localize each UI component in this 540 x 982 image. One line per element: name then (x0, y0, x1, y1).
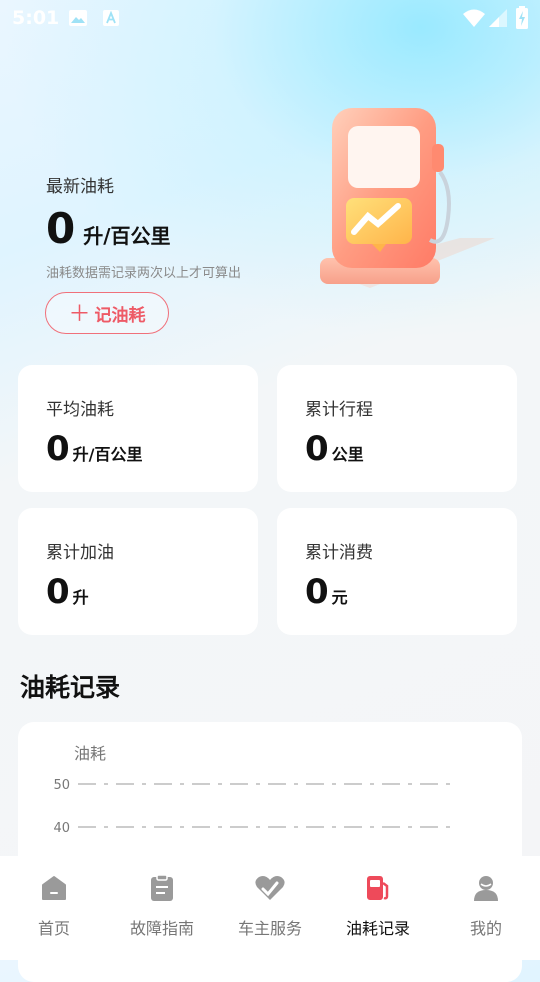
stat-label: 累计行程 (305, 400, 373, 420)
battery-icon (516, 6, 528, 29)
tab-label: 我的 (469, 919, 502, 938)
clipboard-icon (151, 874, 173, 901)
gallery-icon (69, 10, 87, 26)
tab-home[interactable]: 首页 (0, 856, 108, 960)
tab-label: 故障指南 (129, 919, 194, 938)
tab-fuel-records[interactable]: 油耗记录 (324, 856, 432, 960)
stat-label: 累计消费 (305, 543, 373, 563)
stat-number: 0 (305, 572, 329, 612)
stat-number: 0 (46, 572, 70, 612)
tab-label: 车主服务 (237, 919, 302, 938)
record-fuel-button[interactable]: ＋ 记油耗 (45, 292, 169, 334)
tab-owner-service[interactable]: 车主服务 (216, 856, 324, 960)
stat-unit: 元 (331, 588, 348, 607)
stat-number: 0 (305, 429, 329, 469)
record-fuel-label: 记油耗 (94, 305, 146, 326)
status-time: 5:01 (12, 7, 60, 29)
stat-unit: 升 (72, 588, 89, 607)
latest-consumption-value: 0 升/百公里 (46, 204, 171, 253)
wrench-heart-icon (255, 876, 285, 900)
consumption-note: 油耗数据需记录两次以上才可算出 (46, 266, 242, 281)
records-title: 油耗记录 (20, 673, 121, 702)
stat-value: 0 升/百公里 (46, 429, 143, 469)
signal-icon (489, 9, 507, 27)
tab-label: 首页 (37, 919, 70, 938)
user-icon (474, 876, 498, 901)
stat-card-average: 平均油耗 0 升/百公里 (18, 365, 258, 492)
y-tick-label: 40 (53, 821, 70, 836)
bottom-tab-bar: 首页 故障指南 车主服务 油耗记录 我的 (0, 856, 540, 960)
fuel-pump-icon (367, 876, 389, 900)
home-icon (42, 876, 66, 900)
tab-label: 油耗记录 (345, 919, 410, 938)
latest-consumption-unit: 升/百公里 (83, 224, 171, 248)
tab-mine[interactable]: 我的 (432, 856, 540, 960)
y-tick-label: 50 (53, 778, 70, 793)
stat-label: 累计加油 (46, 543, 114, 563)
latest-consumption-number: 0 (46, 204, 76, 253)
plus-icon: ＋ (68, 302, 91, 327)
wifi-icon (463, 9, 485, 27)
status-bar: 5:01 (0, 0, 540, 36)
tab-fault-guide[interactable]: 故障指南 (108, 856, 216, 960)
stat-label: 平均油耗 (46, 400, 114, 420)
stat-value: 0升 (46, 572, 89, 612)
font-a-icon (103, 10, 119, 26)
stat-card-fuel-added: 累计加油 0升 (18, 508, 258, 635)
stat-value: 0元 (305, 572, 348, 612)
stat-number: 0 (46, 429, 70, 469)
stat-value: 0 公里 (305, 429, 364, 469)
latest-consumption-label: 最新油耗 (46, 177, 114, 197)
stat-unit: 公里 (331, 445, 364, 464)
stat-card-spending: 累计消费 0元 (277, 508, 517, 635)
stat-unit: 升/百公里 (72, 445, 143, 464)
chart-y-axis-label: 油耗 (74, 744, 106, 763)
stat-card-mileage: 累计行程 0 公里 (277, 365, 517, 492)
fuel-pump-illustration (320, 108, 495, 288)
